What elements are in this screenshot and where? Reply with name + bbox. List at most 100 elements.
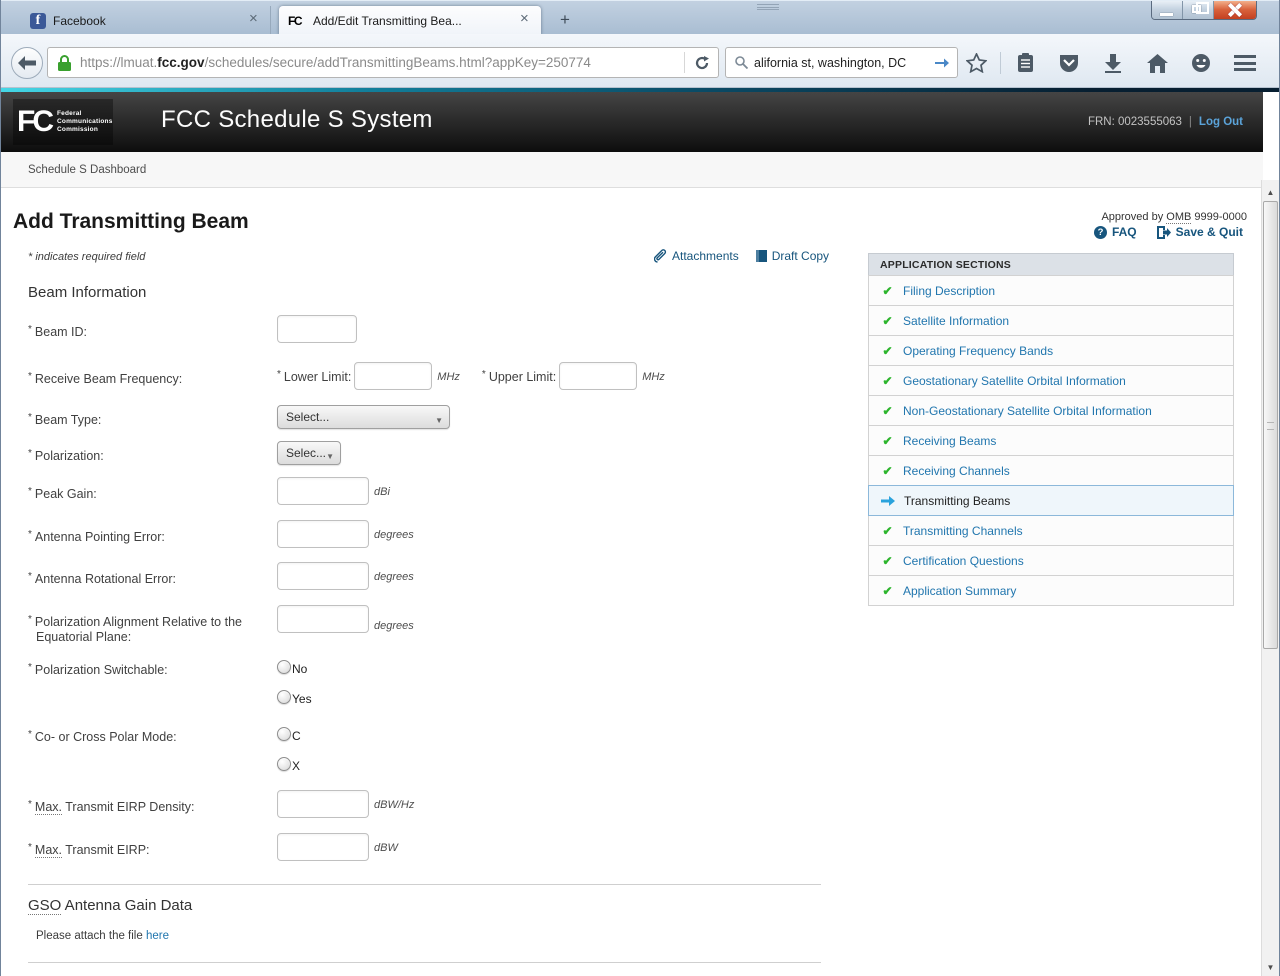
field-label: *Polarization: <box>1 441 277 465</box>
section-divider <box>28 884 821 885</box>
sidebar-item-filing-description[interactable]: Filing Description <box>868 275 1234 306</box>
form-row-receive-beam-frequency: *Receive Beam Frequency: *Lower Limit: M… <box>1 362 665 390</box>
field-label: *Beam ID: <box>1 315 277 343</box>
faq-link[interactable]: ? FAQ <box>1094 225 1137 239</box>
tab-add-edit-transmitting-beams[interactable]: FC Add/Edit Transmitting Bea... <box>279 6 541 35</box>
cross-polar-mode-x-radio[interactable] <box>277 757 291 771</box>
close-button[interactable] <box>1214 1 1256 20</box>
minimize-button[interactable] <box>1152 1 1183 20</box>
field-label: *Receive Beam Frequency: <box>1 362 277 390</box>
scroll-down-arrow-icon[interactable] <box>1262 957 1279 974</box>
exit-icon <box>1157 226 1171 239</box>
scroll-up-arrow-icon[interactable] <box>1262 182 1279 199</box>
beam-type-select[interactable]: Select... <box>277 405 450 429</box>
sidebar-item-satellite-information[interactable]: Satellite Information <box>868 305 1234 336</box>
form-row-max-transmit-eirp-density: *Max. Transmit EIRP Density: dBW/Hz <box>1 790 414 818</box>
scrollbar-thumb[interactable] <box>1263 201 1278 649</box>
check-icon <box>881 522 894 540</box>
field-label: *Polarization Alignment Relative to the … <box>1 605 277 645</box>
check-icon <box>881 432 894 450</box>
field-label: *Antenna Rotational Error: <box>1 562 277 590</box>
form-row-polarization-switchable: *Polarization Switchable: No Yes <box>1 658 312 706</box>
attachments-link[interactable]: Attachments <box>654 249 739 263</box>
url-bar[interactable]: https://lmuat.fcc.gov/schedules/secure/a… <box>47 47 719 78</box>
search-icon <box>735 56 748 69</box>
omb-approval-note: Approved by OMB 9999-0000 <box>1101 211 1247 223</box>
fcc-logo-text: Federal Communications Commission <box>57 110 113 134</box>
search-input-value: alifornia st, washington, DC <box>754 56 935 70</box>
antenna-rotational-error-input[interactable] <box>277 562 369 590</box>
unit-degrees: degrees <box>374 527 414 541</box>
bookmarks-list-icon[interactable] <box>1003 53 1047 73</box>
tab-close-icon[interactable] <box>247 14 261 28</box>
polarization-switchable-yes-radio[interactable] <box>277 690 291 704</box>
search-bar[interactable]: alifornia st, washington, DC <box>725 47 958 78</box>
field-label: *Antenna Pointing Error: <box>1 520 277 548</box>
save-and-quit-link[interactable]: Save & Quit <box>1157 225 1243 239</box>
draft-copy-icon <box>756 250 767 262</box>
browser-window: f Facebook FC Add/Edit Transmitting Bea.… <box>0 0 1280 976</box>
sidebar-item-certification-questions[interactable]: Certification Questions <box>868 545 1234 576</box>
check-icon <box>881 402 894 420</box>
current-section-arrow-icon <box>881 496 895 506</box>
draft-copy-link[interactable]: Draft Copy <box>756 249 829 263</box>
breadcrumb[interactable]: Schedule S Dashboard <box>28 164 146 176</box>
feedback-smiley-icon[interactable] <box>1179 53 1223 73</box>
question-icon: ? <box>1094 226 1107 239</box>
bookmark-star-icon[interactable] <box>954 53 998 73</box>
radio-label: C <box>292 725 301 743</box>
tab-facebook[interactable]: f Facebook <box>21 6 271 35</box>
lower-limit-label: *Lower Limit: <box>277 369 351 384</box>
fcc-logo: FC Federal Communications Commission <box>13 99 113 145</box>
session-info: FRN: 0023555063|Log Out <box>1088 116 1243 128</box>
sidebar-item-transmitting-channels[interactable]: Transmitting Channels <box>868 515 1234 546</box>
home-icon[interactable] <box>1135 54 1179 73</box>
new-tab-button[interactable] <box>552 10 578 30</box>
search-go-arrow-icon[interactable] <box>935 57 949 69</box>
unit-dbw: dBW <box>374 840 398 854</box>
unit-dbi: dBi <box>374 484 390 498</box>
vertical-scrollbar[interactable] <box>1261 180 1279 976</box>
sidebar-item-non-geostationary-satellite-orbital-information[interactable]: Non-Geostationary Satellite Orbital Info… <box>868 395 1234 426</box>
document-links: Attachments Draft Copy <box>654 249 829 263</box>
beam-id-input[interactable] <box>277 315 357 343</box>
sidebar-item-geostationary-satellite-orbital-information[interactable]: Geostationary Satellite Orbital Informat… <box>868 365 1234 396</box>
fcc-favicon-icon: FC <box>288 14 306 28</box>
logout-link[interactable]: Log Out <box>1199 116 1243 128</box>
app-title: FCC Schedule S System <box>161 106 433 134</box>
application-sections-panel: APPLICATION SECTIONS Filing Description … <box>868 253 1234 606</box>
max-transmit-eirp-input[interactable] <box>277 833 369 861</box>
field-label: *Max. Transmit EIRP Density: <box>1 790 277 818</box>
restore-button[interactable] <box>1183 1 1214 20</box>
sidebar-item-application-summary[interactable]: Application Summary <box>868 575 1234 606</box>
pocket-icon[interactable] <box>1047 54 1091 73</box>
radio-label: Yes <box>292 688 312 706</box>
menu-hamburger-icon[interactable] <box>1223 55 1267 71</box>
sidebar-item-receiving-beams[interactable]: Receiving Beams <box>868 425 1234 456</box>
downloads-icon[interactable] <box>1091 54 1135 73</box>
attach-file-here-link[interactable]: here <box>146 930 169 942</box>
page-title: Add Transmitting Beam <box>13 210 249 234</box>
section-title-gso-antenna-gain-data: GSO Antenna Gain Data <box>28 897 192 914</box>
url-text: https://lmuat.fcc.gov/schedules/secure/a… <box>80 55 684 70</box>
check-icon <box>881 282 894 300</box>
lower-limit-input[interactable] <box>354 362 432 390</box>
upper-limit-input[interactable] <box>559 362 637 390</box>
antenna-pointing-error-input[interactable] <box>277 520 369 548</box>
reload-button[interactable] <box>684 52 718 73</box>
polarization-switchable-no-radio[interactable] <box>277 660 291 674</box>
sidebar-item-operating-frequency-bands[interactable]: Operating Frequency Bands <box>868 335 1234 366</box>
polarization-alignment-input[interactable] <box>277 605 369 633</box>
polarization-select[interactable]: Selec... <box>277 441 341 465</box>
check-icon <box>881 462 894 480</box>
sidebar-item-receiving-channels[interactable]: Receiving Channels <box>868 455 1234 486</box>
peak-gain-input[interactable] <box>277 477 369 505</box>
sidebar-item-transmitting-beams[interactable]: Transmitting Beams <box>868 485 1234 516</box>
check-icon <box>881 582 894 600</box>
max-transmit-eirp-density-input[interactable] <box>277 790 369 818</box>
tab-close-icon[interactable] <box>518 14 532 28</box>
co-polar-mode-c-radio[interactable] <box>277 727 291 741</box>
window-controls <box>1151 1 1257 20</box>
back-button[interactable] <box>11 47 43 79</box>
window-drag-grip-icon[interactable] <box>757 4 779 10</box>
